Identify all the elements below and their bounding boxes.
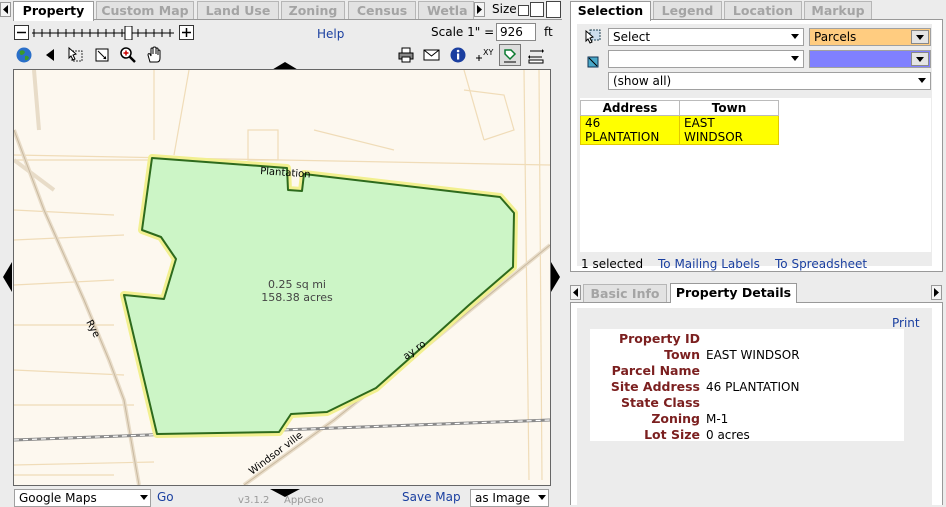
selection-results-table: Address Town 46 PLANTATION EAST WINDSOR — [580, 100, 779, 145]
size-medium-checkbox[interactable] — [530, 2, 544, 17]
info-tabs-scroll-right[interactable] — [931, 285, 942, 300]
info-tabs-scroll-left[interactable] — [570, 285, 581, 300]
tab-basic-info[interactable]: Basic Info — [583, 284, 667, 302]
xy-coordinate-icon[interactable]: XY — [474, 45, 494, 65]
tab-wetlands[interactable]: Wetla — [418, 1, 474, 19]
scale-unit: ft — [544, 25, 553, 39]
detail-label: Zoning — [651, 411, 700, 426]
basemap-go-button[interactable]: Go — [157, 490, 174, 504]
target-layer-select[interactable] — [608, 50, 804, 68]
column-header-address[interactable]: Address — [580, 100, 680, 116]
detail-label: Parcel Name — [611, 363, 700, 378]
size-small-checkbox[interactable] — [518, 5, 529, 16]
size-label: Size — [492, 2, 517, 16]
print-icon[interactable] — [396, 45, 416, 65]
map-view[interactable]: Plantation Rye Windsor ville ay ro 0.25 … — [13, 69, 551, 486]
to-spreadsheet-link[interactable]: To Spreadsheet — [775, 257, 867, 271]
detail-label: Lot Size — [644, 427, 700, 442]
scale-label: Scale 1" = — [431, 25, 495, 39]
previous-extent-icon[interactable] — [40, 45, 60, 65]
target-layer-color-select[interactable] — [809, 50, 931, 68]
zoom-in-magnifier-icon[interactable] — [118, 45, 138, 65]
measure-icon[interactable] — [526, 45, 546, 65]
detail-label: Property ID — [618, 331, 700, 346]
detail-label: Town — [664, 347, 700, 362]
zoom-box-icon[interactable] — [92, 45, 112, 65]
parcel-area-sq-mi: 0.25 sq mi — [268, 278, 326, 291]
tab-census[interactable]: Census — [348, 1, 416, 19]
save-map-link[interactable]: Save Map — [402, 490, 461, 504]
help-link[interactable]: Help — [317, 27, 344, 41]
selected-count: 1 selected — [581, 257, 644, 271]
version-label: v3.1.2 — [238, 495, 270, 506]
tab-zoning[interactable]: Zoning — [281, 1, 345, 19]
pan-east-arrow[interactable] — [551, 262, 560, 295]
pan-hand-icon[interactable] — [144, 45, 164, 65]
size-large-checkbox[interactable] — [546, 1, 561, 18]
email-icon[interactable] — [422, 45, 442, 65]
tab-location[interactable]: Location — [724, 1, 802, 19]
detail-value: 46 PLANTATION — [706, 380, 800, 394]
identify-info-icon[interactable] — [448, 45, 468, 65]
results-header-row: Address Town — [580, 100, 779, 116]
markup-pin-icon[interactable] — [499, 44, 521, 66]
basemap-select[interactable]: Google Maps — [14, 489, 151, 507]
table-row[interactable]: 46 PLANTATION EAST WINDSOR — [580, 115, 779, 145]
zoom-in-button[interactable] — [179, 25, 194, 40]
map-canvas: Plantation Rye Windsor ville ay ro 0.25 … — [14, 70, 550, 485]
pan-west-arrow[interactable] — [3, 262, 12, 295]
detail-label: State Class — [621, 395, 700, 410]
select-by-polygon-icon[interactable] — [583, 52, 603, 72]
column-header-town[interactable]: Town — [679, 100, 779, 116]
tab-custom-map[interactable]: Custom Map — [96, 1, 194, 19]
select-by-point-icon[interactable] — [583, 27, 603, 47]
to-mailing-labels-link[interactable]: To Mailing Labels — [658, 257, 760, 271]
tab-property-details[interactable]: Property Details — [670, 283, 797, 303]
left-tabs-scroll-right[interactable] — [474, 2, 485, 17]
print-details-link[interactable]: Print — [892, 316, 920, 330]
credit-label: AppGeo — [284, 495, 324, 506]
result-town[interactable]: EAST WINDSOR — [679, 115, 779, 145]
tab-land-use[interactable]: Land Use — [197, 1, 279, 19]
tab-legend[interactable]: Legend — [653, 1, 722, 19]
zoom-slider[interactable] — [30, 25, 176, 41]
detail-value: M-1 — [706, 412, 729, 426]
tab-property[interactable]: Property — [13, 1, 94, 21]
parcel-area-acres: 158.38 acres — [261, 291, 333, 304]
zoom-out-button[interactable] — [14, 25, 29, 40]
street-label-windsorville: Windsor ville — [247, 430, 305, 477]
left-tabs-scroll-left[interactable] — [0, 2, 11, 17]
save-format-select[interactable]: as Image — [470, 489, 549, 507]
tab-markup[interactable]: Markup — [804, 1, 872, 19]
selection-filter-select[interactable]: (show all) — [608, 72, 931, 90]
select-tool-icon[interactable] — [66, 45, 86, 65]
tab-selection[interactable]: Selection — [570, 1, 651, 21]
scale-input[interactable]: 926 — [496, 23, 536, 41]
detail-label: Site Address — [610, 379, 700, 394]
detail-value: 0 acres — [706, 428, 750, 442]
result-address[interactable]: 46 PLANTATION — [580, 115, 680, 145]
selection-action-select[interactable]: Select — [608, 28, 804, 46]
detail-value: EAST WINDSOR — [706, 348, 800, 362]
selection-layer-select[interactable]: Parcels — [809, 28, 931, 46]
svg-text:XY: XY — [483, 48, 493, 57]
full-extent-globe-icon[interactable] — [14, 45, 34, 65]
